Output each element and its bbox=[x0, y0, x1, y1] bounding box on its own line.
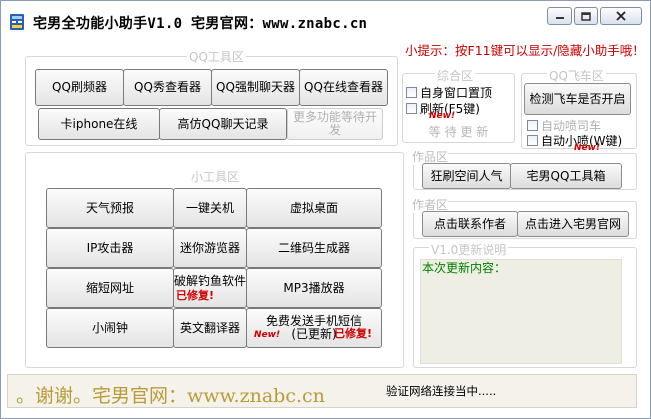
space-popularity-button[interactable]: 狂刷空间人气 bbox=[422, 163, 511, 189]
close-icon bbox=[616, 11, 626, 21]
check-qq-car-button[interactable]: 检测飞车是否开启 bbox=[524, 83, 631, 115]
main-window: 宅男全功能小助手V1.0 宅男官网：www.znabc.cn 小提示：按F11键… bbox=[0, 0, 651, 419]
virtual-desktop-button[interactable]: 虚拟桌面 bbox=[246, 188, 382, 228]
mini-browser-button[interactable]: 迷你游览器 bbox=[173, 228, 247, 268]
qq-force-chat-button[interactable]: QQ强制聊天器 bbox=[211, 69, 300, 106]
shutdown-button[interactable]: 一键关机 bbox=[173, 188, 247, 228]
qq-tools-title: QQ工具区 bbox=[187, 48, 246, 65]
checkbox-box[interactable] bbox=[527, 135, 538, 146]
maximize-icon bbox=[581, 11, 591, 21]
always-on-top-label: 自身窗口置顶 bbox=[420, 86, 493, 100]
weather-button[interactable]: 天气预报 bbox=[46, 188, 174, 228]
minimize-button[interactable] bbox=[547, 7, 572, 25]
qq-online-viewer-button[interactable]: QQ在线查看器 bbox=[299, 69, 388, 106]
short-url-button[interactable]: 缩短网址 bbox=[46, 268, 174, 308]
fixed-badge: 已修复! bbox=[176, 289, 215, 302]
qq-flood-button[interactable]: QQ刷频器 bbox=[35, 69, 124, 106]
title-bar[interactable]: 宅男全功能小助手V1.0 宅男官网：www.znabc.cn bbox=[1, 1, 650, 33]
app-icon bbox=[10, 14, 24, 30]
new-badge: New! bbox=[429, 111, 456, 121]
close-button[interactable] bbox=[600, 7, 642, 25]
scrolling-marquee: 。谢谢。宅男官网：www.znabc.cn bbox=[16, 385, 325, 407]
visit-website-button[interactable]: 点击进入宅男官网 bbox=[517, 211, 629, 237]
qrcode-generator-button[interactable]: 二维码生成器 bbox=[246, 228, 382, 268]
contact-author-button[interactable]: 点击联系作者 bbox=[422, 211, 518, 237]
status-bar: 。谢谢。宅男官网：www.znabc.cn 验证网络连接当中..... bbox=[7, 374, 637, 408]
always-on-top-checkbox[interactable]: 自身窗口置顶 bbox=[406, 84, 492, 101]
ip-attacker-button[interactable]: IP攻击器 bbox=[46, 228, 174, 268]
iphone-online-button[interactable]: 卡iphone在线 bbox=[38, 108, 160, 140]
fake-chat-log-button[interactable]: 高仿QQ聊天记录 bbox=[159, 108, 287, 140]
update-notes-title: V1.0更新说明 bbox=[429, 241, 509, 258]
checkbox-box[interactable] bbox=[406, 87, 417, 98]
status-text: 验证网络连接当中..... bbox=[382, 383, 497, 399]
small-tools-title: 小工具区 bbox=[189, 168, 242, 185]
tip-text: 小提示：按F11键可以显示/隐藏小助手哦！ bbox=[405, 43, 645, 58]
fixed-badge: 已修复! bbox=[334, 327, 373, 340]
translator-button[interactable]: 英文翻译器 bbox=[173, 308, 247, 348]
new-badge: New! bbox=[574, 143, 601, 153]
minimize-icon bbox=[555, 17, 564, 19]
checkbox-box[interactable] bbox=[527, 120, 538, 131]
qq-show-viewer-button[interactable]: QQ秀查看器 bbox=[123, 69, 212, 106]
comprehensive-title: 综合区 bbox=[435, 67, 476, 84]
qq-toolbox-button[interactable]: 宅男QQ工具箱 bbox=[510, 163, 622, 189]
new-badge: New! bbox=[254, 330, 281, 340]
maximize-button[interactable] bbox=[574, 7, 598, 25]
more-features-button: 更多功能等待开发 bbox=[287, 108, 383, 140]
mp3-player-button[interactable]: MP3播放器 bbox=[246, 268, 382, 308]
waiting-update-label: 等 待 更 新 bbox=[428, 125, 489, 139]
update-notes-label: 本次更新内容： bbox=[422, 261, 507, 275]
qq-car-title: QQ飞车区 bbox=[547, 67, 606, 84]
alarm-clock-button[interactable]: 小闹钟 bbox=[46, 308, 174, 348]
window-title: 宅男全功能小助手V1.0 宅男官网：www.znabc.cn bbox=[33, 16, 368, 32]
checkbox-box[interactable] bbox=[406, 103, 417, 114]
